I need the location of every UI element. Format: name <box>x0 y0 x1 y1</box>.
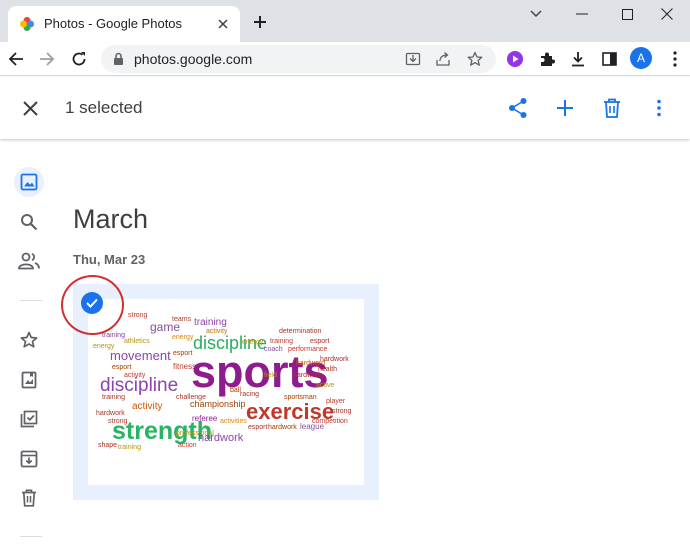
side-panel-icon[interactable] <box>597 47 621 71</box>
nav-sharing-people-icon[interactable] <box>14 246 44 276</box>
wordcloud-word: field <box>264 372 277 379</box>
wordcloud-word: athletics <box>124 338 150 345</box>
reload-icon[interactable] <box>66 46 92 72</box>
photo-thumbnail-wordcloud[interactable]: strong teams training determination game… <box>88 299 364 485</box>
google-photos-icon <box>20 17 34 31</box>
wordcloud-word: strong <box>128 312 148 319</box>
install-app-icon[interactable] <box>403 49 423 69</box>
wordcloud-word: esport <box>310 338 330 345</box>
nav-photos-icon[interactable] <box>14 167 44 197</box>
wordcloud-word: hardword <box>296 360 325 367</box>
back-arrow-icon[interactable] <box>3 46 29 72</box>
date-heading: Thu, Mar 23 <box>73 252 146 267</box>
selected-count: 1 selected <box>65 98 143 117</box>
wordcloud-word: energy <box>172 334 194 341</box>
extensions-puzzle-icon[interactable] <box>535 47 559 71</box>
url-text: photos.google.com <box>134 51 253 67</box>
wordcloud-word: action <box>178 442 197 449</box>
minimize-icon[interactable] <box>559 0 605 28</box>
wordcloud-word: activities <box>220 418 247 425</box>
wordcloud-word: movement <box>110 348 171 363</box>
wordcloud-word: discipline <box>100 375 178 396</box>
browser-menu-icon[interactable] <box>663 47 687 71</box>
window-close-icon[interactable] <box>644 0 690 28</box>
wordcloud-word: training <box>194 317 227 328</box>
downloads-icon[interactable] <box>566 47 590 71</box>
wordcloud-word: active <box>316 382 334 389</box>
wordcloud-word: league <box>300 422 325 431</box>
wordcloud-word: esport <box>173 350 193 357</box>
wordcloud-word: hardwork <box>198 432 244 444</box>
nav-divider <box>20 300 42 301</box>
trash-icon[interactable] <box>599 95 625 121</box>
wordcloud-word: determination <box>279 328 322 335</box>
nav-trash-icon[interactable] <box>14 483 44 513</box>
wordcloud-image: strong teams training determination game… <box>93 312 352 451</box>
wordcloud-word: training <box>102 394 125 401</box>
clear-selection-close-icon[interactable] <box>18 96 42 120</box>
nav-search-icon[interactable] <box>14 207 44 237</box>
wordcloud-word: hardwork <box>96 410 125 417</box>
profile-avatar[interactable]: A <box>630 47 652 69</box>
tab-close-icon[interactable] <box>214 15 232 33</box>
browser-tab-strip: Photos - Google Photos <box>0 0 690 42</box>
wordcloud-word: hardwork <box>268 424 297 431</box>
wordcloud-word: shape <box>98 442 117 449</box>
wordcloud-word: training <box>270 338 293 345</box>
share-icon[interactable] <box>505 95 531 121</box>
forward-arrow-icon[interactable] <box>34 46 60 72</box>
wordcloud-word: sportsman <box>284 394 317 401</box>
wordcloud-word: training <box>118 444 141 451</box>
share-page-icon[interactable] <box>433 49 453 69</box>
month-heading: March <box>73 204 149 234</box>
wordcloud-word: training <box>102 332 125 339</box>
nav-utilities-checklist-icon[interactable] <box>14 404 44 434</box>
nav-divider <box>20 536 42 537</box>
wordcloud-word: activity <box>132 401 163 412</box>
wordcloud-word: energy <box>242 339 264 346</box>
add-to-album-plus-icon[interactable] <box>552 95 578 121</box>
media-extension-icon[interactable] <box>503 47 527 71</box>
wordcloud-word: strong <box>332 408 352 415</box>
browser-tab[interactable]: Photos - Google Photos <box>8 6 240 42</box>
new-tab-icon[interactable] <box>250 12 270 32</box>
lock-icon[interactable] <box>113 52 124 71</box>
tab-search-icon[interactable] <box>513 0 559 28</box>
nav-favorites-star-icon[interactable] <box>14 325 44 355</box>
selection-header: 1 selected <box>0 77 690 139</box>
browser-toolbar: photos.google.com A <box>0 42 690 76</box>
wordcloud-word: hardwork <box>293 372 322 379</box>
wordcloud-word: game <box>150 320 180 334</box>
nav-archive-icon[interactable] <box>14 444 44 474</box>
bookmark-star-icon[interactable] <box>465 49 485 69</box>
wordcloud-word: championship <box>190 399 246 409</box>
more-options-icon[interactable] <box>646 95 672 121</box>
wordcloud-word: esport <box>248 424 268 431</box>
tab-title: Photos - Google Photos <box>44 16 183 31</box>
nav-albums-icon[interactable] <box>14 365 44 395</box>
address-bar[interactable]: photos.google.com <box>101 45 496 73</box>
annotation-highlight-circle <box>61 275 124 335</box>
wordcloud-word: esport <box>112 364 132 371</box>
wordcloud-word: racing <box>240 391 259 398</box>
